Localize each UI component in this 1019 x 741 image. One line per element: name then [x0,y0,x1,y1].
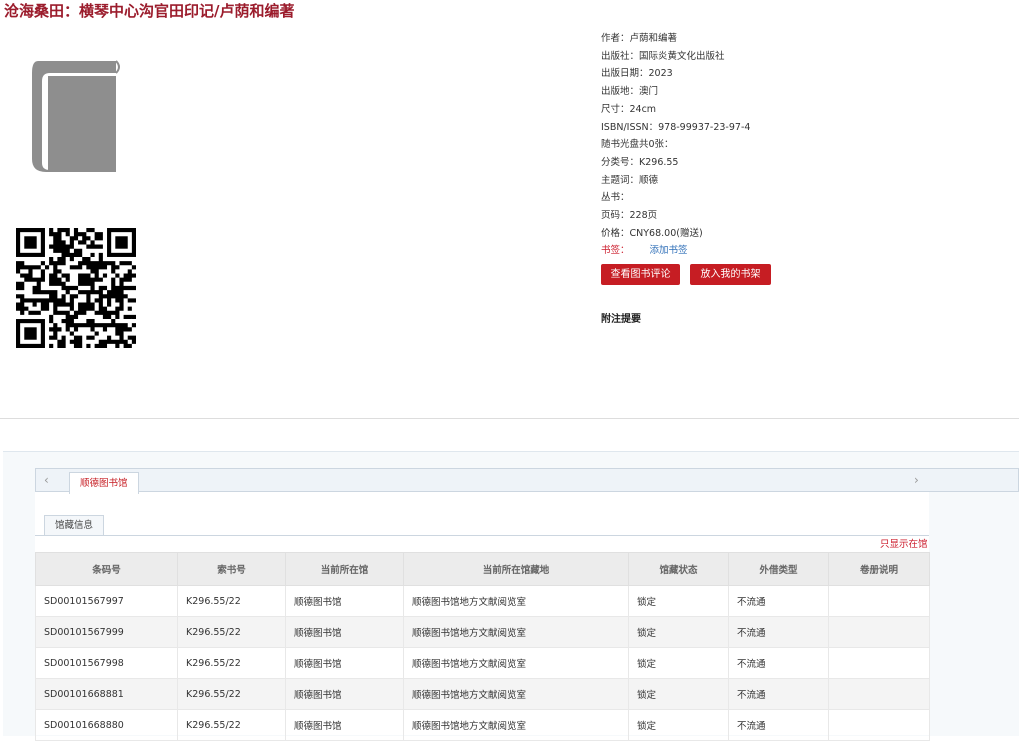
add-to-shelf-button[interactable]: 放入我的书架 [690,264,771,285]
table-cell [828,709,930,741]
table-row: SD00101567997 K296.55/22 顺德图书馆 顺德图书馆地方文献阅览室… [35,585,930,617]
book-icon [32,60,120,172]
show-only-available-link[interactable]: 只显示在馆 [880,536,928,550]
column-header: 条码号 [35,552,178,586]
table-cell: K296.55/22 [177,709,286,741]
table-cell: 顺德图书馆 [285,647,404,679]
column-header: 当前所在馆藏地 [403,552,629,586]
holdings-table: 条码号 索书号 当前所在馆 当前所在馆藏地 馆藏状态 外借类型 卷册说明 SD0010156… [35,552,930,741]
isbn-field: ISBN/ISSN：978-99937-23-97-4 [601,121,751,133]
qr-code-icon [16,228,136,348]
view-reviews-button[interactable]: 查看图书评论 [601,264,680,285]
table-header-row: 条码号 索书号 当前所在馆 当前所在馆藏地 馆藏状态 外借类型 卷册说明 [35,552,930,586]
table-cell: 不流通 [728,678,829,710]
table-cell: 顺德图书馆地方文献阅览室 [403,647,629,679]
class-number-field: 分类号：K296.55 [601,156,679,168]
table-cell: SD00101668880 [35,709,178,741]
series-field: 丛书： [601,192,630,204]
page-title: 沧海桑田：横琴中心沟官田印记/卢荫和编著 [4,2,295,20]
divider [0,418,1019,419]
table-cell: 锁定 [628,585,729,617]
table-row: SD00101668881 K296.55/22 顺德图书馆 顺德图书馆地方文献阅览室… [35,678,930,710]
chevron-right-icon[interactable]: › [914,473,919,487]
column-header: 外借类型 [728,552,829,586]
table-cell: 不流通 [728,585,829,617]
subject-field: 主题词：顺德 [601,174,659,186]
cd-field: 随书光盘共0张： [601,139,674,151]
table-cell: 锁定 [628,647,729,679]
add-bookmark-link[interactable]: 添加书签 [650,245,688,256]
tab-holdings-info[interactable]: 馆藏信息 [44,515,105,536]
price-field: 价格：CNY68.00(赠送) [601,227,703,239]
column-header: 馆藏状态 [628,552,729,586]
table-cell: 顺德图书馆 [285,678,404,710]
tab-underline [35,535,929,536]
table-cell: 锁定 [628,678,729,710]
library-tab-bar: ‹ › 顺德图书馆 [35,468,1019,494]
table-cell: SD00101567999 [35,616,178,648]
notes-heading: 附注提要 [601,314,641,325]
table-cell: 顺德图书馆 [285,616,404,648]
table-cell: SD00101668881 [35,678,178,710]
table-cell [828,647,930,679]
column-header: 卷册说明 [828,552,930,586]
table-cell: 锁定 [628,709,729,741]
author-field: 作者：卢荫和编著 [601,33,678,44]
chevron-left-icon[interactable]: ‹ [44,473,49,487]
table-row: SD00101668880 K296.55/22 顺德图书馆 顺德图书馆地方文献阅览室… [35,709,930,741]
book-metadata: 作者：卢荫和编著 出版社：国际炎黄文化出版社 出版日期：2023 出版地：澳门 … [601,30,750,260]
table-cell: 不流通 [728,647,829,679]
publisher-field: 出版社：国际炎黄文化出版社 [601,50,725,62]
pages-field: 页码：228页 [601,210,658,222]
column-header: 索书号 [177,552,286,586]
table-row: SD00101567998 K296.55/22 顺德图书馆 顺德图书馆地方文献阅览室… [35,647,930,679]
table-cell: 顺德图书馆地方文献阅览室 [403,616,629,648]
pub-date-field: 出版日期：2023 [601,68,673,80]
table-cell: 顺德图书馆地方文献阅览室 [403,585,629,617]
table-row: SD00101567999 K296.55/22 顺德图书馆 顺德图书馆地方文献阅览室… [35,616,930,648]
table-cell: 顺德图书馆 [285,709,404,741]
table-cell: 顺德图书馆地方文献阅览室 [403,709,629,741]
table-cell [828,678,930,710]
table-cell: 顺德图书馆地方文献阅览室 [403,678,629,710]
table-cell [828,616,930,648]
bookmark-row: 书签： 添加书签 [601,242,750,260]
table-cell: 不流通 [728,616,829,648]
tab-library[interactable]: 顺德图书馆 [69,472,139,494]
table-cell: K296.55/22 [177,616,286,648]
bookmark-label: 书签： [601,245,630,257]
table-cell: K296.55/22 [177,585,286,617]
table-cell: 锁定 [628,616,729,648]
table-cell: 顺德图书馆 [285,585,404,617]
table-cell: K296.55/22 [177,678,286,710]
size-field: 尺寸：24cm [601,103,657,115]
table-cell: 不流通 [728,709,829,741]
table-cell [828,585,930,617]
pub-place-field: 出版地：澳门 [601,86,659,98]
table-cell: SD00101567997 [35,585,178,617]
table-cell: K296.55/22 [177,647,286,679]
column-header: 当前所在馆 [285,552,404,586]
table-cell: SD00101567998 [35,647,178,679]
